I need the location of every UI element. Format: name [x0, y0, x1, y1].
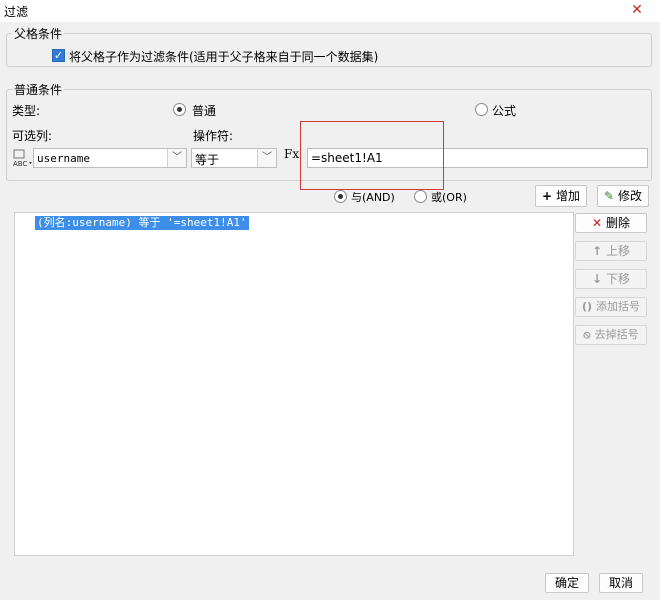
- column-select[interactable]: username ﹀: [33, 148, 187, 168]
- operator-select-value: 等于: [195, 153, 220, 167]
- arrow-up-icon: ↑: [591, 244, 603, 258]
- formula-icon: Fx: [284, 147, 300, 161]
- remove-bracket-button[interactable]: ⦸ 去掉括号: [575, 325, 647, 345]
- close-icon: ✕: [631, 2, 643, 18]
- list-item[interactable]: (列名:username) 等于 '=sheet1!A1': [35, 216, 249, 230]
- column-label: 可选列:: [12, 129, 53, 143]
- highlight-annotation-box: [300, 121, 444, 190]
- svg-text:ABC: ABC: [13, 160, 27, 168]
- column-type-icon[interactable]: ABC: [12, 148, 34, 168]
- modify-button[interactable]: ✎ 修改: [597, 185, 649, 207]
- operator-select[interactable]: 等于 ﹀: [191, 148, 277, 168]
- column-select-value: username: [37, 152, 90, 165]
- add-bracket-button[interactable]: () 添加括号: [575, 297, 647, 317]
- logic-and-label: 与(AND): [351, 191, 395, 204]
- move-up-button[interactable]: ↑ 上移: [575, 241, 647, 261]
- abc-icon: ABC: [13, 149, 32, 168]
- bracket-icon: (): [581, 300, 593, 313]
- close-button[interactable]: ✕: [614, 0, 660, 20]
- add-button[interactable]: + 增加: [535, 185, 587, 207]
- chevron-down-icon: ﹀: [257, 149, 276, 167]
- add-button-label: 增加: [556, 189, 581, 203]
- ok-button[interactable]: 确定: [545, 573, 589, 593]
- logic-or-label: 或(OR): [431, 191, 467, 204]
- type-formula-label: 公式: [492, 104, 517, 118]
- window-title: 过滤: [4, 5, 29, 19]
- logic-and-radio[interactable]: [334, 190, 347, 203]
- condition-list[interactable]: (列名:username) 等于 '=sheet1!A1': [14, 212, 574, 556]
- add-bracket-button-label: 添加括号: [596, 300, 641, 313]
- type-normal-label: 普通: [192, 104, 217, 118]
- cancel-button-label: 取消: [608, 576, 633, 590]
- type-normal-radio[interactable]: [173, 103, 186, 116]
- parent-condition-legend: 父格条件: [12, 25, 65, 42]
- delete-button-label: 删除: [606, 216, 631, 230]
- delete-x-icon: ✕: [591, 216, 603, 230]
- operator-label: 操作符:: [193, 129, 234, 143]
- check-icon: ✓: [53, 49, 64, 62]
- move-up-button-label: 上移: [606, 244, 631, 258]
- title-bar: [0, 0, 660, 22]
- edit-icon: ✎: [603, 189, 615, 203]
- use-parent-checkbox-label: 将父格子作为过滤条件(适用于父子格来自于同一个数据集): [69, 50, 379, 64]
- logic-or-radio[interactable]: [414, 190, 427, 203]
- move-down-button[interactable]: ↓ 下移: [575, 269, 647, 289]
- ok-button-label: 确定: [554, 576, 579, 590]
- plus-icon: +: [541, 189, 553, 203]
- remove-bracket-icon: ⦸: [583, 328, 591, 341]
- type-formula-radio[interactable]: [475, 103, 488, 116]
- normal-condition-legend: 普通条件: [12, 81, 65, 98]
- move-down-button-label: 下移: [606, 272, 631, 286]
- modify-button-label: 修改: [618, 189, 643, 203]
- remove-bracket-button-label: 去掉括号: [594, 328, 639, 341]
- cancel-button[interactable]: 取消: [599, 573, 643, 593]
- type-label: 类型:: [12, 104, 41, 118]
- use-parent-checkbox[interactable]: ✓: [52, 49, 65, 62]
- chevron-down-icon: ﹀: [167, 149, 186, 167]
- delete-button[interactable]: ✕ 删除: [575, 213, 647, 233]
- arrow-down-icon: ↓: [591, 272, 603, 286]
